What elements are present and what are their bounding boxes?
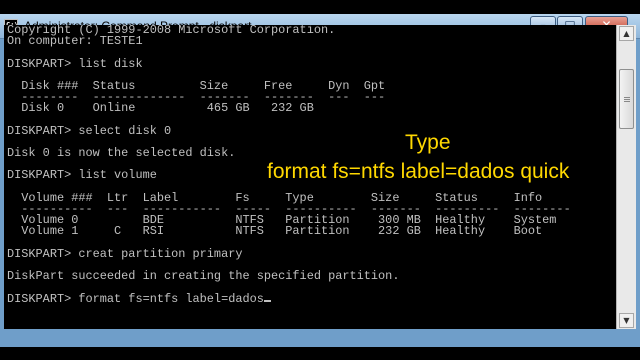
console-line: Volume 1 C RSI NTFS Partition 232 GB Hea… [7, 224, 543, 239]
vertical-scrollbar[interactable]: ▲ ▼ [616, 25, 636, 329]
scroll-thumb[interactable] [619, 69, 634, 129]
console-prompt-line[interactable]: DISKPART> format fs=ntfs label=dados [7, 292, 571, 306]
console-line: DISKPART> list disk [7, 56, 143, 71]
arrow-up-icon[interactable]: ▲ [619, 26, 634, 41]
console-line: DiskPart succeeded in creating the speci… [7, 269, 400, 284]
console-line: On computer: TESTE1 [7, 34, 143, 49]
console-line: DISKPART> creat partition primary [7, 246, 243, 261]
grip-icon [624, 97, 630, 98]
arrow-down-icon[interactable]: ▼ [619, 313, 634, 328]
text-cursor [263, 299, 271, 302]
console-line: Disk 0 is now the selected disk. [7, 146, 236, 161]
console-command-input[interactable]: DISKPART> format fs=ntfs label=dados [7, 292, 264, 306]
instruction-overlay-title: Type [405, 131, 451, 154]
instruction-overlay-command: format fs=ntfs label=dados quick [267, 160, 570, 183]
console-line: DISKPART> select disk 0 [7, 123, 172, 138]
console-line: Disk 0 Online 465 GB 232 GB [7, 101, 314, 116]
